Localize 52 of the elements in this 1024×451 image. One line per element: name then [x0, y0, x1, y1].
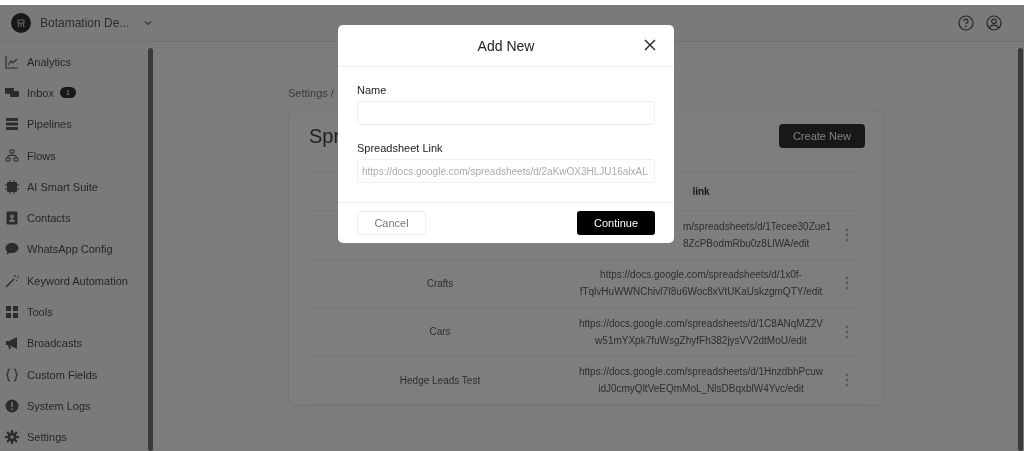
dialog-title: Add New	[477, 37, 535, 54]
table-cell: https://docs.google.com/spreadsheets/d/1C8ANqMZ2V w51mYXpk7fuWsgZhyfFh382jysVV2dtMoU/edit	[579, 317, 823, 346]
help-icon[interactable]	[958, 15, 974, 31]
sidebar-item[interactable]: Broadcasts	[0, 327, 148, 359]
more-options-icon[interactable]	[845, 227, 849, 242]
contact-card-icon	[5, 211, 19, 226]
table-cell: Crafts	[426, 277, 454, 289]
sidebar-item[interactable]: Analytics	[0, 46, 148, 78]
chevron-icon	[143, 18, 154, 28]
user-icon[interactable]	[986, 15, 1002, 31]
more-options-icon[interactable]	[845, 276, 849, 291]
wand-icon	[5, 273, 19, 288]
table-cell: https://docs.google.com/spreadsheets/d/1x0f- fTqlvHuWWNChivl7I8u6Woc8xVtUKaUskzgmQTY/edit	[579, 269, 823, 298]
breadcrumb-link[interactable]: Settings /	[288, 87, 334, 99]
alert-icon	[5, 398, 19, 413]
sidebar-item[interactable]: WhatsApp Config	[0, 233, 148, 266]
logo-icon	[11, 13, 31, 33]
settings-icon	[5, 430, 19, 445]
field-label: Name	[357, 84, 387, 96]
more-options-icon[interactable]	[845, 324, 849, 339]
sidebar-item[interactable]: AI Smart Suite	[0, 171, 148, 203]
column-header: link	[692, 185, 710, 197]
chip-icon	[5, 179, 19, 194]
create-new-button[interactable]: Create New	[778, 124, 865, 148]
list-icon	[5, 117, 19, 132]
chat-icon	[5, 85, 19, 100]
sidebar-item[interactable]: Contacts	[0, 202, 148, 234]
field-label: Spreadsheet Link	[357, 142, 443, 154]
megaphone-icon	[5, 336, 19, 351]
sidebar-item[interactable]: Pipelines	[0, 108, 148, 140]
sidebar-item[interactable]: Settings	[0, 421, 148, 451]
workspace-selector[interactable]: Botamation De...	[40, 16, 154, 30]
cancel-button[interactable]: Cancel	[357, 211, 426, 235]
braces-icon	[5, 367, 19, 382]
more-options-icon[interactable]	[845, 373, 849, 388]
chart-icon	[5, 54, 19, 69]
sidebar-item[interactable]: Flows	[0, 139, 148, 172]
table-cell-text: m/spreadsheets/d/1Tecee30Zue1 8ZcPBodmRbu0z8LlWA/edit	[683, 219, 832, 251]
close-icon[interactable]	[644, 39, 656, 51]
table-cell: https://docs.google.com/spreadsheets/d/1HnzdbhPcuw idJ0cmyQltVeEQmMoL_NlsDBqxblW4Yvc/edit	[578, 366, 823, 395]
grid-icon	[5, 305, 19, 319]
table-cell: Cars	[429, 326, 451, 338]
sidebar-item[interactable]: Keyword Automation	[0, 265, 148, 297]
sidebar-item[interactable]: Tools	[0, 296, 148, 328]
speech-bubble-icon	[5, 242, 19, 257]
continue-button[interactable]: Continue	[577, 211, 655, 235]
table-cell: Hedge Leads Test	[399, 374, 481, 386]
sidebar-item[interactable]: System Logs	[0, 390, 148, 422]
sidebar-item[interactable]: Custom Fields	[0, 358, 148, 391]
input-field[interactable]: https://docs.google.com/spreadsheets/d/2aKwOX3HLJU16alxAL	[357, 159, 655, 183]
flow-icon	[5, 148, 19, 163]
page-title: Spr	[309, 124, 341, 148]
